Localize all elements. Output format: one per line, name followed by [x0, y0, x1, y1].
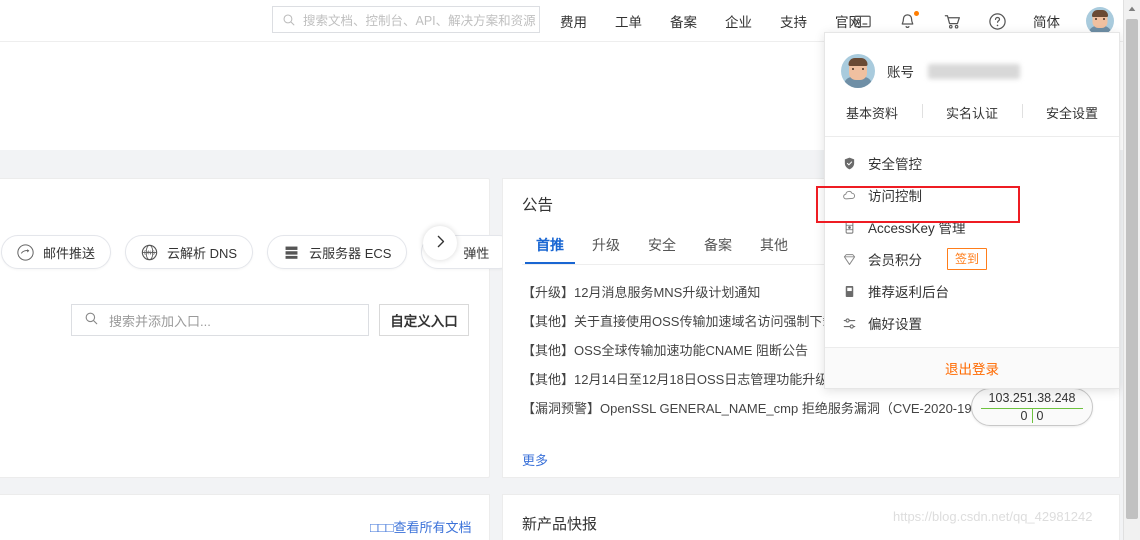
avatar-eye-right — [1103, 18, 1105, 20]
ip-counters: 0 0 — [972, 409, 1092, 423]
avatar-eye-right — [862, 68, 864, 70]
avatar-eye-left — [1095, 18, 1097, 20]
shield-icon — [842, 156, 857, 171]
announcements-title: 公告 — [522, 197, 554, 214]
shortcut-chip[interactable]: 邮件推送 — [1, 235, 112, 269]
search-icon — [84, 311, 99, 329]
shortcut-chip-label: 弹性 — [463, 245, 490, 261]
page-root: 邮件推送 DNS 云解析 DNS 云服务器 ECS 弹性 搜索并添加入口... … — [0, 0, 1140, 540]
shortcuts-next-button[interactable] — [423, 226, 457, 260]
avatar[interactable] — [841, 54, 875, 88]
ip-address-widget[interactable]: 103.251.38.248 0 0 — [971, 388, 1093, 426]
logout-button[interactable]: 退出登录 — [825, 347, 1119, 388]
scrollbar-thumb[interactable] — [1126, 19, 1138, 519]
menu-item-referral-console[interactable]: 推荐返利后台 — [825, 275, 1119, 307]
header-nav: 费用 工单 备案 企业 支持 官网 — [560, 0, 862, 42]
gem-icon — [842, 252, 857, 267]
shortcut-chip-label: 云解析 DNS — [167, 245, 238, 261]
ip-right-value: 0 — [1036, 409, 1044, 423]
nav-item-zhichi[interactable]: 支持 — [780, 11, 807, 31]
nav-item-qiye[interactable]: 企业 — [725, 11, 752, 31]
shortcut-chip-label: 邮件推送 — [43, 245, 96, 261]
key-icon — [842, 220, 857, 235]
account-dropdown: 账号 基本资料 实名认证 安全设置 安全管控 访问控制 AccessKey 管理… — [824, 32, 1120, 389]
menu-item-preferences[interactable]: 偏好设置 — [825, 307, 1119, 339]
shortcut-chip-label: 云服务器 ECS — [309, 245, 392, 261]
view-all-docs-link[interactable]: □□□查看所有文档 — [370, 517, 472, 536]
tab-qita[interactable]: 其他 — [746, 235, 802, 264]
account-label: 账号 — [887, 65, 914, 80]
sliders-icon — [842, 316, 857, 331]
avatar-eye-left — [852, 68, 854, 70]
shortcut-chip[interactable]: 云服务器 ECS — [267, 235, 408, 269]
global-search-placeholder: 搜索文档、控制台、API、解决方案和资源 — [303, 14, 536, 28]
language-switcher[interactable]: 简体 — [1033, 11, 1060, 31]
svg-text:DNS: DNS — [144, 250, 155, 256]
tab-beian[interactable]: 备案 — [690, 235, 746, 264]
global-search-input[interactable]: 搜索文档、控制台、API、解决方案和资源 — [272, 6, 540, 33]
chevron-right-icon — [432, 233, 449, 253]
nav-item-gongdan[interactable]: 工单 — [615, 11, 642, 31]
menu-item-access-control[interactable]: 访问控制 — [825, 179, 1119, 211]
new-products-title: 新产品快报 — [522, 516, 598, 533]
ip-address-value: 103.251.38.248 — [988, 391, 1076, 405]
menu-item-label: 访问控制 — [868, 189, 922, 204]
tab-shoutui[interactable]: 首推 — [522, 235, 578, 264]
avatar-hair — [1092, 10, 1108, 17]
tab-anquan[interactable]: 安全 — [634, 235, 690, 264]
dns-icon: DNS — [141, 244, 158, 261]
checkin-badge[interactable]: 签到 — [947, 248, 988, 270]
customize-entry-button[interactable]: 自定义入口 — [379, 304, 469, 336]
menu-item-label: 安全管控 — [868, 157, 922, 172]
nav-item-feiyong[interactable]: 费用 — [560, 11, 587, 31]
card-icon — [842, 284, 857, 299]
announcements-more-link[interactable]: 更多 — [522, 450, 548, 469]
avatar-hair — [848, 58, 868, 66]
tab-shengji[interactable]: 升级 — [578, 235, 634, 264]
link-real-name-auth[interactable]: 实名认证 — [922, 103, 1022, 122]
menu-item-label: AccessKey 管理 — [868, 221, 966, 236]
dropdown-quick-links: 基本资料 实名认证 安全设置 — [825, 95, 1119, 136]
terminal-icon[interactable] — [853, 12, 872, 31]
menu-item-label: 偏好设置 — [868, 317, 922, 332]
entry-search-placeholder: 搜索并添加入口... — [109, 313, 211, 329]
cart-icon[interactable] — [943, 12, 962, 31]
entry-search-input[interactable]: 搜索并添加入口... — [71, 304, 369, 336]
server-icon — [283, 244, 300, 261]
shortcuts-card: 邮件推送 DNS 云解析 DNS 云服务器 ECS 弹性 搜索并添加入口... … — [0, 178, 517, 478]
account-name-masked — [928, 63, 1020, 79]
shortcut-chip[interactable]: DNS 云解析 DNS — [125, 235, 254, 269]
ip-left-value: 0 — [1020, 409, 1028, 423]
help-icon[interactable] — [988, 12, 1007, 31]
link-basic-info[interactable]: 基本资料 — [822, 103, 922, 122]
menu-item-accesskey-management[interactable]: AccessKey 管理 — [825, 211, 1119, 243]
menu-item-label: 会员积分 — [868, 253, 922, 268]
announcement-tabs: 首推 升级 安全 备案 其他 — [522, 235, 802, 264]
nav-item-beian[interactable]: 备案 — [670, 11, 697, 31]
dropdown-account-row: 账号 — [825, 33, 1119, 95]
mail-push-icon — [17, 243, 34, 261]
avatar[interactable] — [1086, 7, 1114, 35]
menu-item-label: 推荐返利后台 — [868, 285, 949, 300]
notification-dot — [914, 10, 919, 16]
menu-item-member-points[interactable]: 会员积分 签到 — [825, 243, 1119, 275]
dropdown-menu-list: 安全管控 访问控制 AccessKey 管理 会员积分 签到 推荐返利后台 偏好… — [825, 137, 1119, 347]
browser-scrollbar[interactable] — [1123, 0, 1140, 540]
link-security-settings[interactable]: 安全设置 — [1022, 103, 1122, 122]
scrollbar-up-arrow[interactable] — [1124, 0, 1140, 17]
menu-item-security-control[interactable]: 安全管控 — [825, 147, 1119, 179]
bell-icon[interactable] — [898, 10, 919, 31]
watermark-text: https://blog.csdn.net/qq_42981242 — [893, 509, 1093, 524]
cloud-icon — [842, 188, 857, 203]
search-icon — [282, 13, 296, 27]
